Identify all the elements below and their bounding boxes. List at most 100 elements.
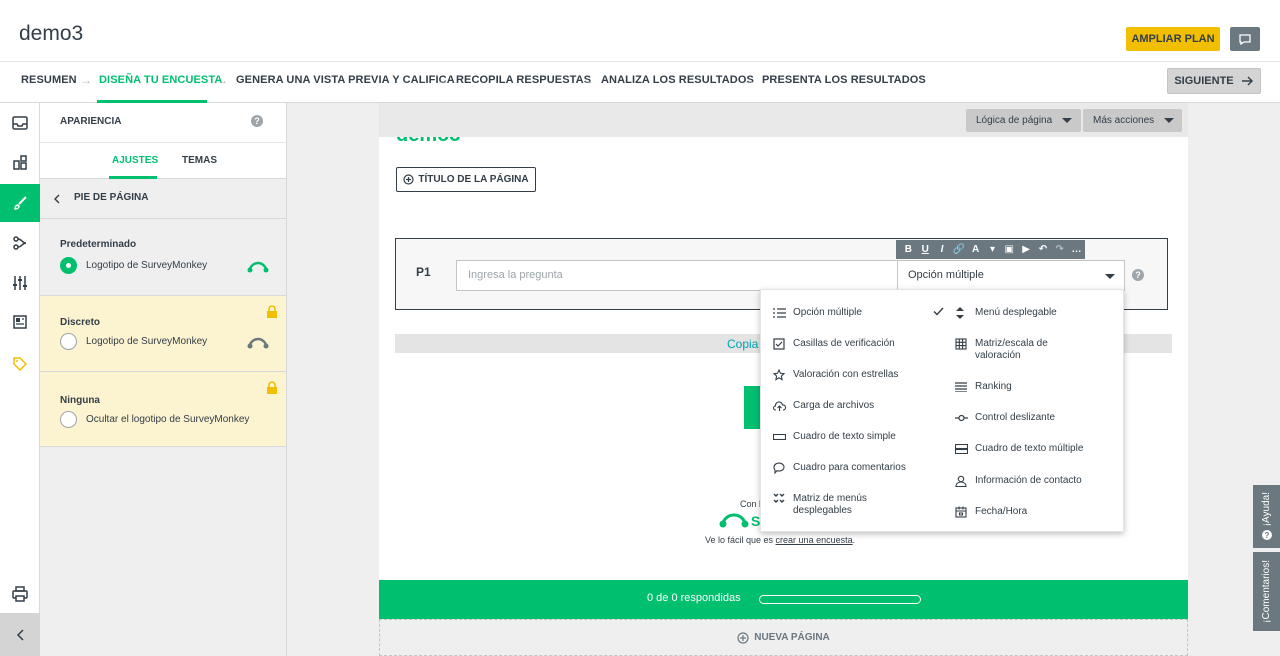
chevron-left-icon (54, 194, 60, 204)
ranking-icon (955, 381, 975, 393)
option-title: Discreto (60, 317, 101, 328)
footer-option-discreet[interactable]: Discreto Logotipo de SurveyMonkey (40, 296, 286, 372)
color-dropdown-icon[interactable]: ▾ (984, 244, 1001, 255)
help-circle-icon: ? (1261, 530, 1272, 540)
option-title: Ninguna (60, 395, 100, 406)
more-icon[interactable]: … (1068, 244, 1085, 255)
radio-none[interactable] (60, 411, 77, 428)
menu-item-label: Ranking (975, 381, 1012, 392)
option-label: Logotipo de SurveyMonkey (86, 260, 208, 271)
menu-item-label: Matriz/escala de valoración (975, 338, 1048, 361)
video-icon[interactable]: ▶ (1018, 244, 1035, 255)
bold-icon[interactable]: B (900, 244, 917, 255)
rail-question-bank[interactable] (0, 104, 40, 142)
menu-item-matrix-rating-scale[interactable]: Matriz/escala de valoración (955, 338, 1070, 362)
radio-default[interactable] (60, 257, 77, 274)
grid-icon (955, 338, 975, 350)
left-tool-rail (0, 103, 40, 656)
top-header: demo3 AMPLIAR PLAN (0, 0, 1280, 62)
menu-item-single-textbox[interactable]: Cuadro de texto simple (773, 431, 923, 443)
feedback-side-label: ¡Comentarios! (1261, 560, 1272, 623)
question-type-select[interactable]: Opción múltiple (897, 260, 1125, 291)
menu-item-dropdown-matrix[interactable]: Matriz de menús desplegables (773, 493, 893, 517)
create-survey-link[interactable]: crear una encuesta (776, 535, 853, 545)
menu-item-label: Casillas de verificación (793, 338, 895, 349)
rail-builder[interactable] (0, 144, 40, 182)
textbox-icon (773, 431, 793, 443)
italic-icon[interactable]: I (934, 244, 951, 255)
rail-options[interactable] (0, 264, 40, 302)
radio-discreet[interactable] (60, 333, 77, 350)
rail-print[interactable] (0, 575, 40, 613)
dropdown-icon (955, 307, 975, 319)
menu-item-dropdown[interactable]: Menú desplegable (955, 307, 1115, 319)
menu-item-multiple-textboxes[interactable]: Cuadro de texto múltiple (955, 443, 1115, 455)
underline-icon[interactable]: U (917, 244, 934, 255)
text-color-icon[interactable]: A (967, 244, 984, 255)
menu-item-label: Cuadro de texto simple (793, 431, 896, 442)
nav-collect-responses[interactable]: RECOPILA RESPUESTAS (456, 74, 591, 86)
tab-settings[interactable]: AJUSTES (112, 155, 158, 166)
help-side-tab[interactable]: ¡Ayuda! ? (1253, 485, 1280, 548)
menu-item-slider[interactable]: Control deslizante (955, 412, 1115, 424)
contact-icon (955, 475, 975, 487)
footer-section-header[interactable]: PIE DE PÁGINA (40, 179, 286, 219)
menu-item-checkboxes[interactable]: Casillas de verificación (773, 338, 923, 350)
nav-design-survey[interactable]: DISEÑA TU ENCUESTA (99, 74, 222, 86)
rich-text-toolbar: B U I 🔗 A ▾ ▣ ▶ ↶ ↷ … (896, 240, 1085, 259)
inbox-icon (12, 116, 28, 130)
question-text-input[interactable]: Ingresa la pregunta (456, 260, 898, 291)
menu-item-label: Menú desplegable (975, 307, 1057, 318)
menu-item-ranking[interactable]: Ranking (955, 381, 1115, 393)
rail-design[interactable] (0, 184, 40, 222)
rail-logic[interactable] (0, 224, 40, 262)
page-toolbar: Lógica de página Más acciones (379, 103, 1188, 137)
upgrade-plan-button[interactable]: AMPLIAR PLAN (1126, 27, 1220, 51)
new-page-button[interactable]: NUEVA PÁGINA (379, 619, 1188, 656)
calendar-icon (955, 506, 975, 518)
footer-option-none[interactable]: Ninguna Ocultar el logotipo de SurveyMon… (40, 372, 286, 447)
section-title: PIE DE PÁGINA (74, 192, 149, 203)
undo-icon[interactable]: ↶ (1035, 244, 1052, 255)
redo-icon[interactable]: ↷ (1051, 244, 1068, 255)
tab-themes[interactable]: TEMAS (182, 155, 217, 166)
next-button[interactable]: SIGUIENTE (1167, 68, 1261, 94)
menu-item-label: Cuadro para comentarios (793, 462, 906, 473)
menu-item-label: Carga de archivos (793, 400, 875, 411)
rail-upgrade[interactable] (0, 345, 40, 383)
feedback-side-tab[interactable]: ¡Comentarios! (1253, 552, 1280, 631)
nav-analyze-results[interactable]: ANALIZA LOS RESULTADOS (601, 74, 754, 86)
help-icon[interactable]: ? (251, 115, 263, 127)
panel-tabs: AJUSTES TEMAS (40, 143, 286, 179)
image-icon[interactable]: ▣ (1001, 244, 1018, 255)
menu-item-contact-info[interactable]: Información de contacto (955, 475, 1115, 487)
caret-down-icon (1164, 118, 1175, 123)
footer-tagline: Ve lo fácil que es crear una encuesta. (705, 535, 855, 545)
arrow-right-icon: → (743, 73, 755, 87)
question-type-value: Opción múltiple (908, 269, 984, 281)
panel-header: APARIENCIA ? (40, 103, 286, 143)
help-icon[interactable]: ? (1132, 269, 1144, 281)
arrow-right-icon: → (80, 73, 92, 87)
feedback-button[interactable] (1230, 27, 1260, 51)
powered-by-text: Con l (740, 499, 762, 509)
page-title-button[interactable]: TÍTULO DE LA PÁGINA (396, 167, 536, 192)
menu-item-star-rating[interactable]: Valoración con estrellas (773, 369, 923, 381)
menu-item-date-time[interactable]: Fecha/Hora (955, 506, 1115, 518)
panel-title: APARIENCIA (60, 116, 122, 127)
menu-item-file-upload[interactable]: Carga de archivos (773, 400, 923, 412)
nav-present-results[interactable]: PRESENTA LOS RESULTADOS (762, 74, 926, 86)
rail-print-layout[interactable] (0, 303, 40, 341)
nav-preview-score[interactable]: GENERA UNA VISTA PREVIA Y CALIFICA (236, 74, 455, 86)
progress-bar: 0 de 0 respondidas (379, 580, 1188, 619)
list-icon (773, 307, 793, 319)
more-actions-button[interactable]: Más acciones (1083, 109, 1182, 132)
menu-item-comment-box[interactable]: Cuadro para comentarios (773, 462, 923, 474)
collapse-sidebar-button[interactable] (0, 613, 40, 656)
menu-item-label: Control deslizante (975, 412, 1056, 423)
page-logic-button[interactable]: Lógica de página (966, 109, 1081, 132)
menu-item-multiple-choice[interactable]: Opción múltiple (773, 307, 944, 319)
nav-summary[interactable]: RESUMEN (21, 74, 77, 86)
footer-option-default[interactable]: Predeterminado Logotipo de SurveyMonkey (40, 219, 286, 296)
link-icon[interactable]: 🔗 (950, 244, 967, 255)
